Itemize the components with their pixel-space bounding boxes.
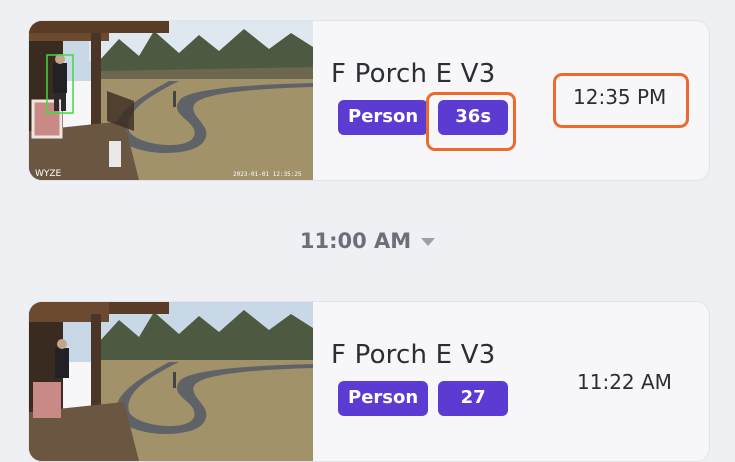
event-thumbnail[interactable] [29,302,313,461]
event-time: 12:35 PM [573,85,667,109]
tag-duration: 36s [438,100,509,135]
time-group-header[interactable]: 11:00 AM [0,226,735,256]
camera-name: F Porch E V3 [331,59,496,89]
camera-snapshot-image: WYZE 2023-01-01 12:35:25 [29,21,313,180]
tag-person: Person [338,100,429,135]
time-group-label: 11:00 AM [299,229,412,253]
event-time: 11:22 AM [577,370,672,394]
event-tags: Person 27 [338,381,509,416]
camera-name: F Porch E V3 [331,340,496,370]
event-card[interactable]: F Porch E V3 Person 27 11:22 AM [28,301,710,462]
svg-text:2023-01-01 12:35:25: 2023-01-01 12:35:25 [233,171,302,178]
event-thumbnail[interactable]: WYZE 2023-01-01 12:35:25 [29,21,313,180]
tag-person: Person [338,381,429,416]
event-tags: Person 36s [338,100,509,135]
svg-text:WYZE: WYZE [35,169,62,179]
camera-snapshot-image [29,302,313,461]
caret-down-icon [421,238,436,246]
tag-duration: 27 [438,381,509,416]
event-card[interactable]: WYZE 2023-01-01 12:35:25 F Porch E V3 Pe… [28,20,710,181]
